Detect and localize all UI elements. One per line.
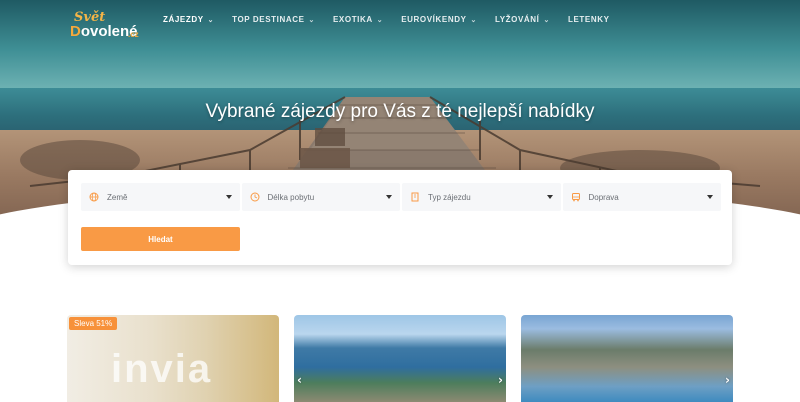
transport-select-label: Doprava (588, 192, 619, 202)
chevron-down-icon: ⌄ (207, 16, 215, 24)
trip-type-select-label: Typ zájezdu (428, 192, 471, 202)
caret-down-icon (707, 195, 713, 199)
offer-card-2[interactable]: ‹ › (294, 315, 506, 402)
trip-type-select[interactable]: Typ zájezdu (402, 183, 561, 211)
chevron-down-icon: ⌄ (470, 16, 477, 24)
site-logo[interactable]: Svět Dovolené .cz (70, 10, 150, 44)
carousel-next-icon[interactable]: › (725, 373, 730, 387)
logo-letter-d: D (70, 23, 81, 40)
caret-down-icon (386, 195, 392, 199)
page: Svět Dovolené .cz ZÁJEZDY ⌄ TOP DESTINAC… (0, 0, 800, 402)
carousel-prev-icon[interactable]: ‹ (297, 373, 302, 387)
nav-item-label: LYŽOVÁNÍ (494, 15, 540, 24)
search-button[interactable]: Hledat (81, 227, 240, 251)
building-icon (410, 192, 420, 202)
stay-length-select[interactable]: Délka pobytu (241, 183, 400, 211)
nav-item-label: EUROVÍKENDY (401, 15, 467, 24)
offer-image-watermark: invia (111, 347, 213, 391)
chevron-down-icon: ⌄ (543, 16, 550, 24)
hero-headline: Vybrané zájezdy pro Vás z té nejlepší na… (205, 101, 595, 122)
carousel-next-icon[interactable]: › (498, 373, 503, 387)
main-navigation: ZÁJEZDY ⌄ TOP DESTINACE ⌄ EXOTIKA ⌄ EURO… (163, 15, 628, 24)
nav-item-top-destinace[interactable]: TOP DESTINACE ⌄ (232, 15, 315, 24)
nav-item-zajezdy[interactable]: ZÁJEZDY ⌄ (163, 15, 214, 24)
nav-item-letenky[interactable]: LETENKY (568, 15, 610, 24)
nav-item-lyzovani[interactable]: LYŽOVÁNÍ ⌄ (495, 15, 550, 24)
bus-icon (571, 192, 581, 202)
logo-suffix: .cz (128, 30, 139, 39)
chevron-down-icon: ⌄ (308, 16, 315, 24)
search-card: Země Délka pobytu Typ zájezdu Doprava Hl… (68, 170, 732, 265)
chevron-down-icon: ⌄ (376, 16, 384, 24)
nav-item-label: LETENKY (567, 15, 610, 24)
discount-badge: Sleva 51% (69, 317, 118, 330)
offer-card-1[interactable]: invia Sleva 51% (67, 315, 279, 402)
offer-card-3[interactable]: › (521, 315, 733, 402)
clock-icon (250, 192, 260, 202)
caret-down-icon (546, 195, 553, 199)
nav-item-label: EXOTIKA (333, 15, 373, 24)
country-select-label: Země (107, 192, 128, 202)
stay-length-select-label: Délka pobytu (267, 192, 315, 202)
nav-item-label: TOP DESTINACE (232, 15, 305, 24)
globe-icon (89, 192, 99, 202)
nav-item-exotika[interactable]: EXOTIKA ⌄ (333, 15, 383, 24)
transport-select[interactable]: Doprava (562, 183, 721, 211)
country-select[interactable]: Země (81, 183, 240, 211)
caret-down-icon (225, 195, 232, 199)
search-fields: Země Délka pobytu Typ zájezdu Doprava (81, 183, 721, 211)
nav-item-eurovikendy[interactable]: EUROVÍKENDY ⌄ (401, 15, 477, 24)
nav-item-label: ZÁJEZDY (163, 15, 204, 24)
